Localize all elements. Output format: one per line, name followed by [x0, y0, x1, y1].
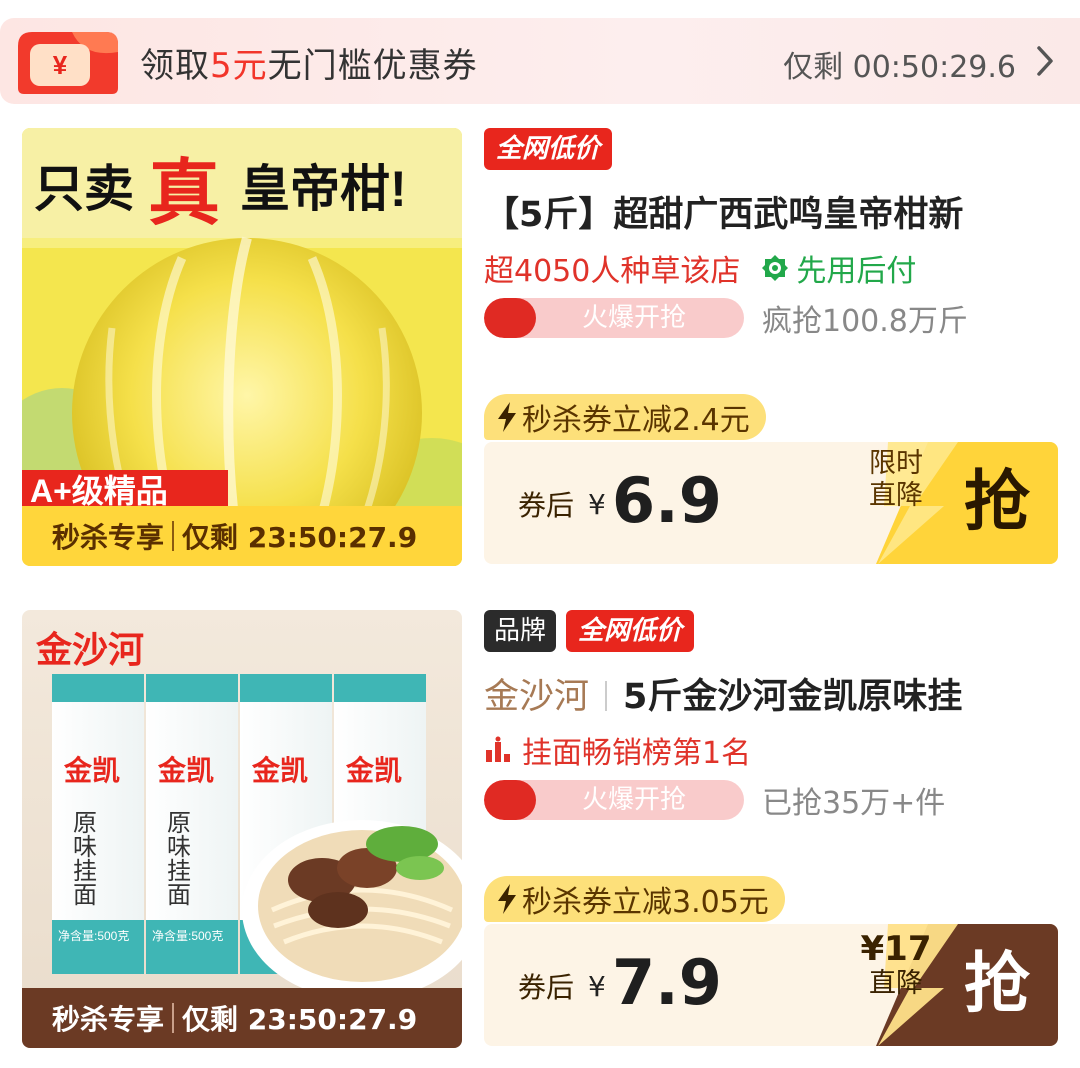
heat-bar: 火爆开抢: [484, 780, 744, 820]
product-tags: 品牌 全网低价: [484, 610, 695, 652]
sold-count: 疯抢100.8万斤: [762, 304, 968, 339]
heat-indicator: 火爆开抢 已抢35万+件: [484, 778, 945, 822]
package-brand: 金凯: [345, 754, 402, 786]
heat-label: 火爆开抢: [581, 785, 686, 815]
product-card[interactable]: 金沙河 金凯 金凯 金凯 金凯 原味挂面 原味挂面 净含量:500克 净含量:5…: [0, 608, 1080, 1050]
cta-note-line1: ¥17: [860, 929, 932, 969]
ranking-text[interactable]: 挂面畅销榜第1名: [522, 728, 751, 772]
heat-label: 火爆开抢: [581, 303, 686, 333]
coupon-icon-symbol: ¥: [53, 50, 68, 80]
brand-divider: [605, 681, 608, 711]
chevron-right-icon[interactable]: [1034, 44, 1056, 78]
banner-title-prefix: 领取: [140, 46, 210, 86]
footer-countdown: 仅剩 23:50:27.9: [182, 521, 418, 554]
cta-note: ¥17 直降: [846, 930, 946, 1000]
price-value: 7.9: [612, 946, 722, 1019]
product-sub-info: 挂面畅销榜第1名: [484, 728, 751, 772]
cta-note-line1: 限时: [869, 448, 923, 479]
banner-title-amount: 5元: [210, 46, 268, 86]
currency-symbol: ¥: [588, 488, 606, 521]
grab-button[interactable]: 限时 直降 抢: [818, 442, 1058, 564]
grab-button-label: 抢: [964, 945, 1030, 1022]
pay-later-text: 先用后付: [796, 254, 917, 289]
package-weight: 净含量:500克: [58, 928, 129, 943]
bar-chart-icon: [486, 736, 510, 762]
footer-divider: [172, 1003, 175, 1033]
package-brand: 金凯: [251, 754, 308, 786]
sold-count: 已抢35万+件: [762, 786, 946, 821]
product-title[interactable]: 【5斤】超甜广西武鸣皇帝柑新: [484, 186, 1064, 237]
coupon-icon: ¥: [18, 32, 118, 94]
currency-symbol: ¥: [588, 970, 606, 1003]
lightning-icon: [498, 884, 516, 914]
price-box[interactable]: 券后 ¥ 6.9 限时 直降 抢: [484, 442, 1058, 564]
product-image[interactable]: 只卖 真 皇帝柑! A+级精品 秒杀专享 仅剩 23:50:27.9: [22, 128, 462, 566]
tag-lowest-price: 全网低价: [484, 128, 613, 170]
price-value: 6.9: [612, 464, 722, 537]
image-headline-prefix: 只卖: [34, 161, 134, 217]
heat-bar: 火爆开抢: [484, 298, 744, 338]
banner-title: 领取5元无门槛优惠券: [140, 38, 478, 87]
product-card[interactable]: 只卖 真 皇帝柑! A+级精品 秒杀专享 仅剩 23:50:27.9 全网低价 【…: [0, 126, 1080, 568]
image-brand-logo: 金沙河: [35, 629, 144, 670]
image-footer: 秒杀专享 仅剩 23:50:27.9: [22, 988, 462, 1048]
social-proof-text: 超4050人种草该店: [484, 254, 741, 289]
package-name: 原味挂面: [69, 810, 97, 906]
seckill-coupon-text: 秒杀券立减3.05元: [522, 885, 769, 920]
seckill-coupon-badge: 秒杀券立减3.05元: [484, 876, 785, 922]
product-tags: 全网低价: [484, 128, 613, 170]
price-label: 券后: [518, 971, 575, 1004]
product-image[interactable]: 金沙河 金凯 金凯 金凯 金凯 原味挂面 原味挂面 净含量:500克 净含量:5…: [22, 610, 462, 1048]
product-title-text: 5斤金沙河金凯原味挂: [623, 677, 963, 717]
grab-button[interactable]: ¥17 直降 抢: [818, 924, 1058, 1046]
price-label: 券后: [518, 489, 575, 522]
image-headline-suffix: 皇帝柑!: [240, 161, 407, 217]
image-footer: 秒杀专享 仅剩 23:50:27.9: [22, 506, 462, 566]
coupon-banner[interactable]: ¥ 领取5元无门槛优惠券 仅剩 00:50:29.6: [0, 18, 1080, 104]
footer-countdown: 仅剩 23:50:27.9: [182, 1003, 418, 1036]
footer-divider: [172, 521, 175, 551]
banner-countdown: 仅剩 00:50:29.6: [783, 50, 1016, 85]
tag-brand: 品牌: [484, 610, 557, 652]
seckill-coupon-text: 秒杀券立减2.4元: [522, 403, 750, 438]
product-title[interactable]: 金沙河 5斤金沙河金凯原味挂: [484, 668, 1064, 719]
grab-button-label: 抢: [964, 463, 1030, 540]
cta-note: 限时 直降: [846, 448, 946, 512]
seckill-coupon-badge: 秒杀券立减2.4元: [484, 394, 766, 440]
product-sub-info: 超4050人种草该店 先用后付: [484, 246, 916, 290]
lightning-icon: [498, 402, 516, 432]
price-box[interactable]: 券后 ¥ 7.9 ¥17 直降 抢: [484, 924, 1058, 1046]
package-name: 原味挂面: [163, 810, 191, 906]
pay-later-badge: 先用后付: [760, 246, 916, 290]
cta-note-line2: 直降: [869, 480, 923, 511]
image-headline-emphasis: 真: [148, 154, 220, 234]
footer-seckill-label: 秒杀专享: [52, 521, 165, 554]
package-weight: 净含量:500克: [152, 928, 223, 943]
cta-note-line2: 直降: [869, 968, 923, 999]
package-brand: 金凯: [157, 754, 214, 786]
footer-seckill-label: 秒杀专享: [52, 1003, 165, 1036]
package-brand: 金凯: [63, 754, 120, 786]
tag-lowest-price: 全网低价: [566, 610, 695, 652]
brand-name[interactable]: 金沙河: [484, 677, 589, 717]
image-quality-badge: A+级精品: [30, 473, 168, 509]
heat-indicator: 火爆开抢 疯抢100.8万斤: [484, 296, 968, 340]
pay-later-icon: [762, 255, 789, 281]
banner-title-suffix: 无门槛优惠券: [267, 46, 478, 86]
